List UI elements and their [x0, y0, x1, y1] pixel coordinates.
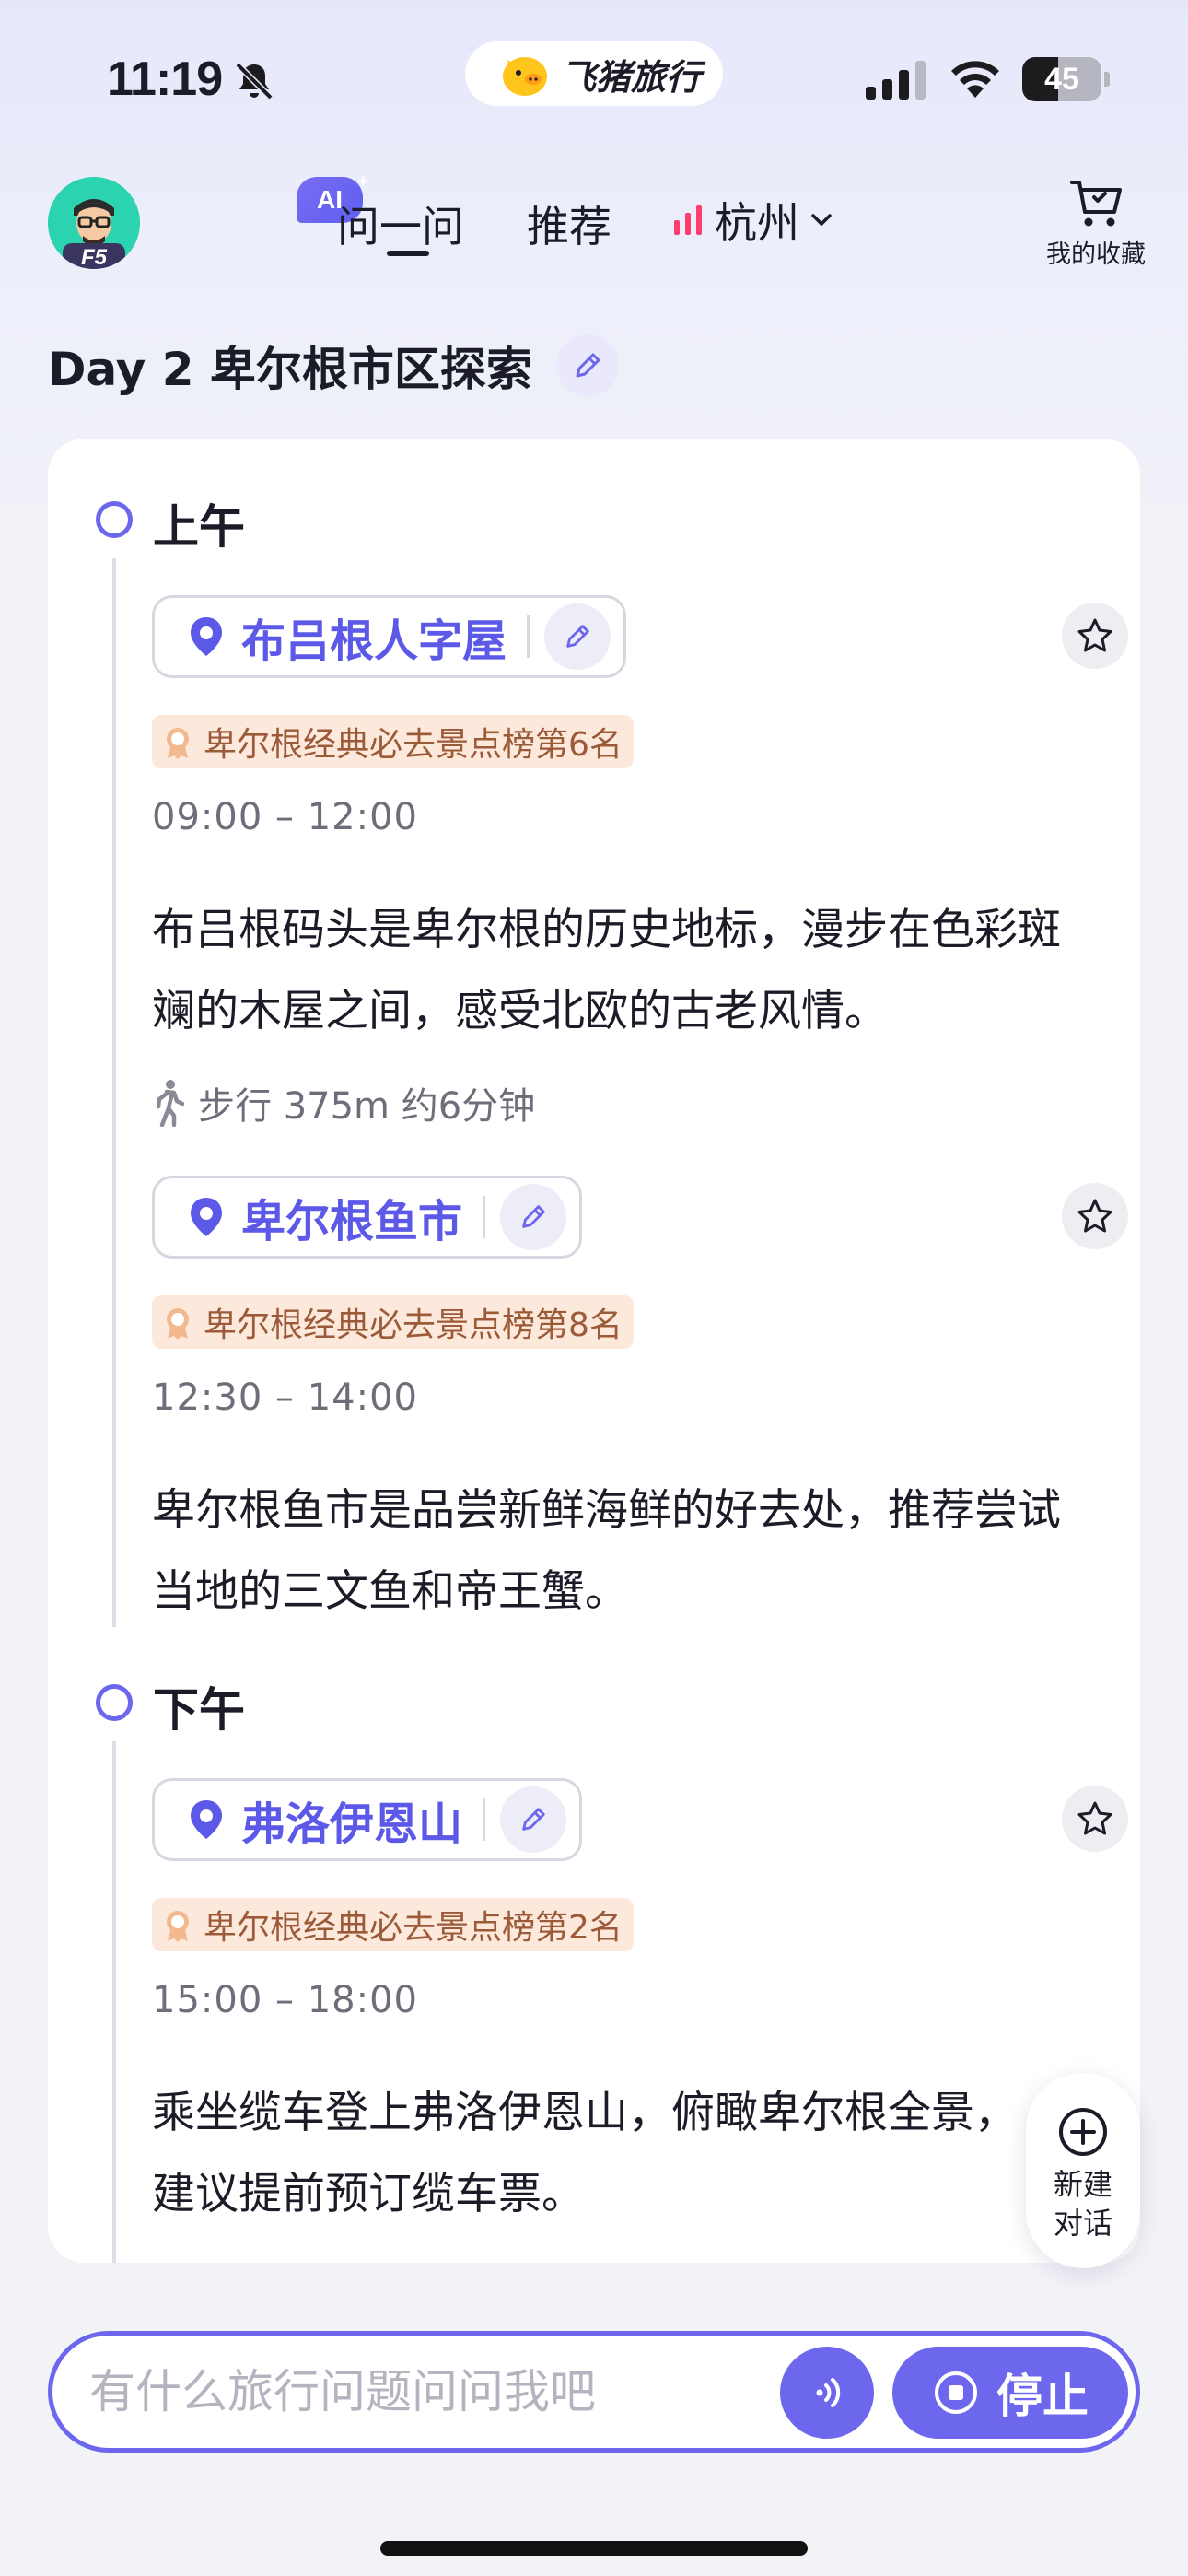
status-time: 11:19	[107, 53, 223, 106]
pin-icon	[191, 1800, 222, 1839]
star-icon	[1077, 618, 1112, 652]
place-chip[interactable]: 布吕根人字屋	[152, 595, 627, 678]
walk-text: 步行 375m 约6分钟	[198, 1085, 536, 1128]
timeline-dot-afternoon	[96, 1684, 133, 1721]
pencil-icon	[566, 625, 589, 648]
star-icon	[1077, 1801, 1112, 1835]
itinerary-card: 上午 布吕根人字屋 卑尔根经典必去景点榜第6名 09:00 – 12:00 布吕…	[48, 439, 1140, 2263]
chip-divider	[483, 1196, 486, 1238]
chat-input[interactable]: 有什么旅行问题问问我吧	[89, 2336, 596, 2448]
chip-divider	[483, 1798, 486, 1841]
avatar-text: F5	[81, 245, 108, 269]
rank-text: 卑尔根经典必去景点榜第6名	[204, 726, 623, 764]
brand-pill[interactable]: 飞猪旅行	[465, 41, 723, 106]
chip-divider	[527, 615, 530, 658]
new-chat-label-line1: 新建	[1053, 2167, 1112, 2202]
new-chat-label-line2: 对话	[1053, 2206, 1112, 2241]
day-title: Day 2 卑尔根市区探索	[48, 343, 532, 396]
signal-icon	[866, 61, 926, 100]
tab-ask-active-indicator	[387, 251, 429, 256]
cart-icon	[1070, 181, 1122, 227]
pencil-icon	[576, 353, 600, 378]
day-title-edit-button[interactable]	[555, 334, 619, 397]
stop-button[interactable]: 停止	[892, 2347, 1128, 2439]
timeline-dot-morning	[96, 501, 133, 538]
rank-badge[interactable]: 卑尔根经典必去景点榜第2名	[152, 1898, 634, 1951]
favorite-star-button[interactable]	[1062, 1786, 1128, 1852]
stop-time: 09:00 – 12:00	[152, 796, 418, 838]
voice-icon	[816, 2378, 841, 2407]
favorite-star-button[interactable]	[1062, 1183, 1128, 1249]
place-chip[interactable]: 卑尔根鱼市	[152, 1176, 583, 1259]
itinerary-stop: 布吕根人字屋 卑尔根经典必去景点榜第6名 09:00 – 12:00 布吕根码头…	[152, 595, 1128, 1037]
avatar-illustration: F5	[48, 177, 140, 269]
medal-icon	[167, 1308, 189, 1340]
favorite-star-button[interactable]	[1062, 603, 1128, 669]
tab-ask[interactable]: 问一问	[337, 193, 464, 254]
itinerary-stop: 弗洛伊恩山 卑尔根经典必去景点榜第2名 15:00 – 18:00 乘坐缆车登上…	[152, 1778, 1128, 2220]
rank-badge[interactable]: 卑尔根经典必去景点榜第6名	[152, 715, 634, 768]
plus-circle-icon	[1059, 2108, 1107, 2156]
brand-name: 飞猪旅行	[561, 56, 702, 98]
stop-time: 15:00 – 18:00	[152, 1979, 418, 2021]
new-chat-button[interactable]: 新建 对话	[1026, 2073, 1140, 2268]
walk-info: 步行 375m 约6分钟	[152, 1076, 535, 1130]
period-label-morning: 上午	[153, 500, 245, 554]
brand-pig-icon	[503, 57, 547, 96]
place-name: 卑尔根鱼市	[241, 1196, 463, 1247]
place-edit-button[interactable]	[500, 1184, 567, 1250]
pencil-icon	[522, 1205, 545, 1228]
new-chat-label: 新建 对话	[1054, 2165, 1112, 2242]
status-bar: 11:19 飞猪旅行 45	[0, 0, 1188, 157]
city-selector[interactable]: 杭州	[672, 192, 833, 249]
stop-description: 布吕根码头是卑尔根的历史地标，漫步在色彩斑斓的木屋之间，感受北欧的古老风情。	[152, 905, 1061, 1036]
place-edit-button[interactable]	[500, 1786, 567, 1853]
stop-description: 乘坐缆车登上弗洛伊恩山，俯瞰卑尔根全景，建议提前预订缆车票。	[152, 2088, 1018, 2219]
place-edit-button[interactable]	[544, 603, 611, 670]
tab-recommend[interactable]: 推荐	[527, 193, 611, 254]
place-name: 布吕根人字屋	[241, 615, 507, 667]
pencil-icon	[522, 1808, 545, 1831]
day-title-row: Day 2 卑尔根市区探索	[48, 334, 619, 398]
city-name: 杭州	[715, 198, 799, 248]
rank-text: 卑尔根经典必去景点榜第2名	[204, 1909, 623, 1947]
itinerary-stop: 卑尔根鱼市 卑尔根经典必去景点榜第8名 12:30 – 14:00 卑尔根鱼市是…	[152, 1176, 1128, 1618]
bell-slash-icon	[235, 62, 274, 100]
pin-icon	[191, 617, 222, 656]
pin-icon	[191, 1198, 222, 1236]
rank-text: 卑尔根经典必去景点榜第8名	[204, 1306, 623, 1344]
favorites-button[interactable]: 我的收藏	[1031, 173, 1160, 270]
stop-time: 12:30 – 14:00	[152, 1376, 418, 1419]
nav-tabs: AI + 问一问 推荐 杭州	[297, 171, 886, 269]
ai-plus-icon: +	[357, 171, 368, 192]
stop-label: 停止	[996, 2370, 1089, 2423]
place-name: 弗洛伊恩山	[241, 1798, 463, 1850]
favorites-label: 我的收藏	[1046, 240, 1146, 269]
rank-badge[interactable]: 卑尔根经典必去景点榜第8名	[152, 1295, 634, 1349]
medal-icon	[167, 1911, 189, 1942]
battery-icon: 45	[1022, 57, 1111, 101]
wifi-icon	[951, 61, 999, 98]
star-icon	[1077, 1199, 1112, 1233]
timeline-line-morning	[112, 558, 116, 1627]
avatar[interactable]: F5	[48, 177, 140, 269]
medal-icon	[167, 728, 189, 759]
chat-input-bar: 有什么旅行问题问问我吧 停止	[48, 2331, 1140, 2453]
period-label-afternoon: 下午	[153, 1683, 245, 1737]
chevron-down-icon	[811, 214, 832, 226]
voice-button[interactable]	[780, 2347, 874, 2439]
stop-circle-icon	[935, 2371, 977, 2414]
place-chip[interactable]: 弗洛伊恩山	[152, 1778, 583, 1861]
battery-level: 45	[1044, 62, 1079, 97]
walk-icon	[156, 1080, 185, 1127]
home-indicator[interactable]	[380, 2541, 808, 2556]
timeline-line-afternoon	[112, 1741, 116, 2263]
bars-icon	[674, 205, 702, 235]
stop-description: 卑尔根鱼市是品尝新鲜海鲜的好去处，推荐尝试当地的三文鱼和帝王蟹。	[152, 1485, 1061, 1617]
